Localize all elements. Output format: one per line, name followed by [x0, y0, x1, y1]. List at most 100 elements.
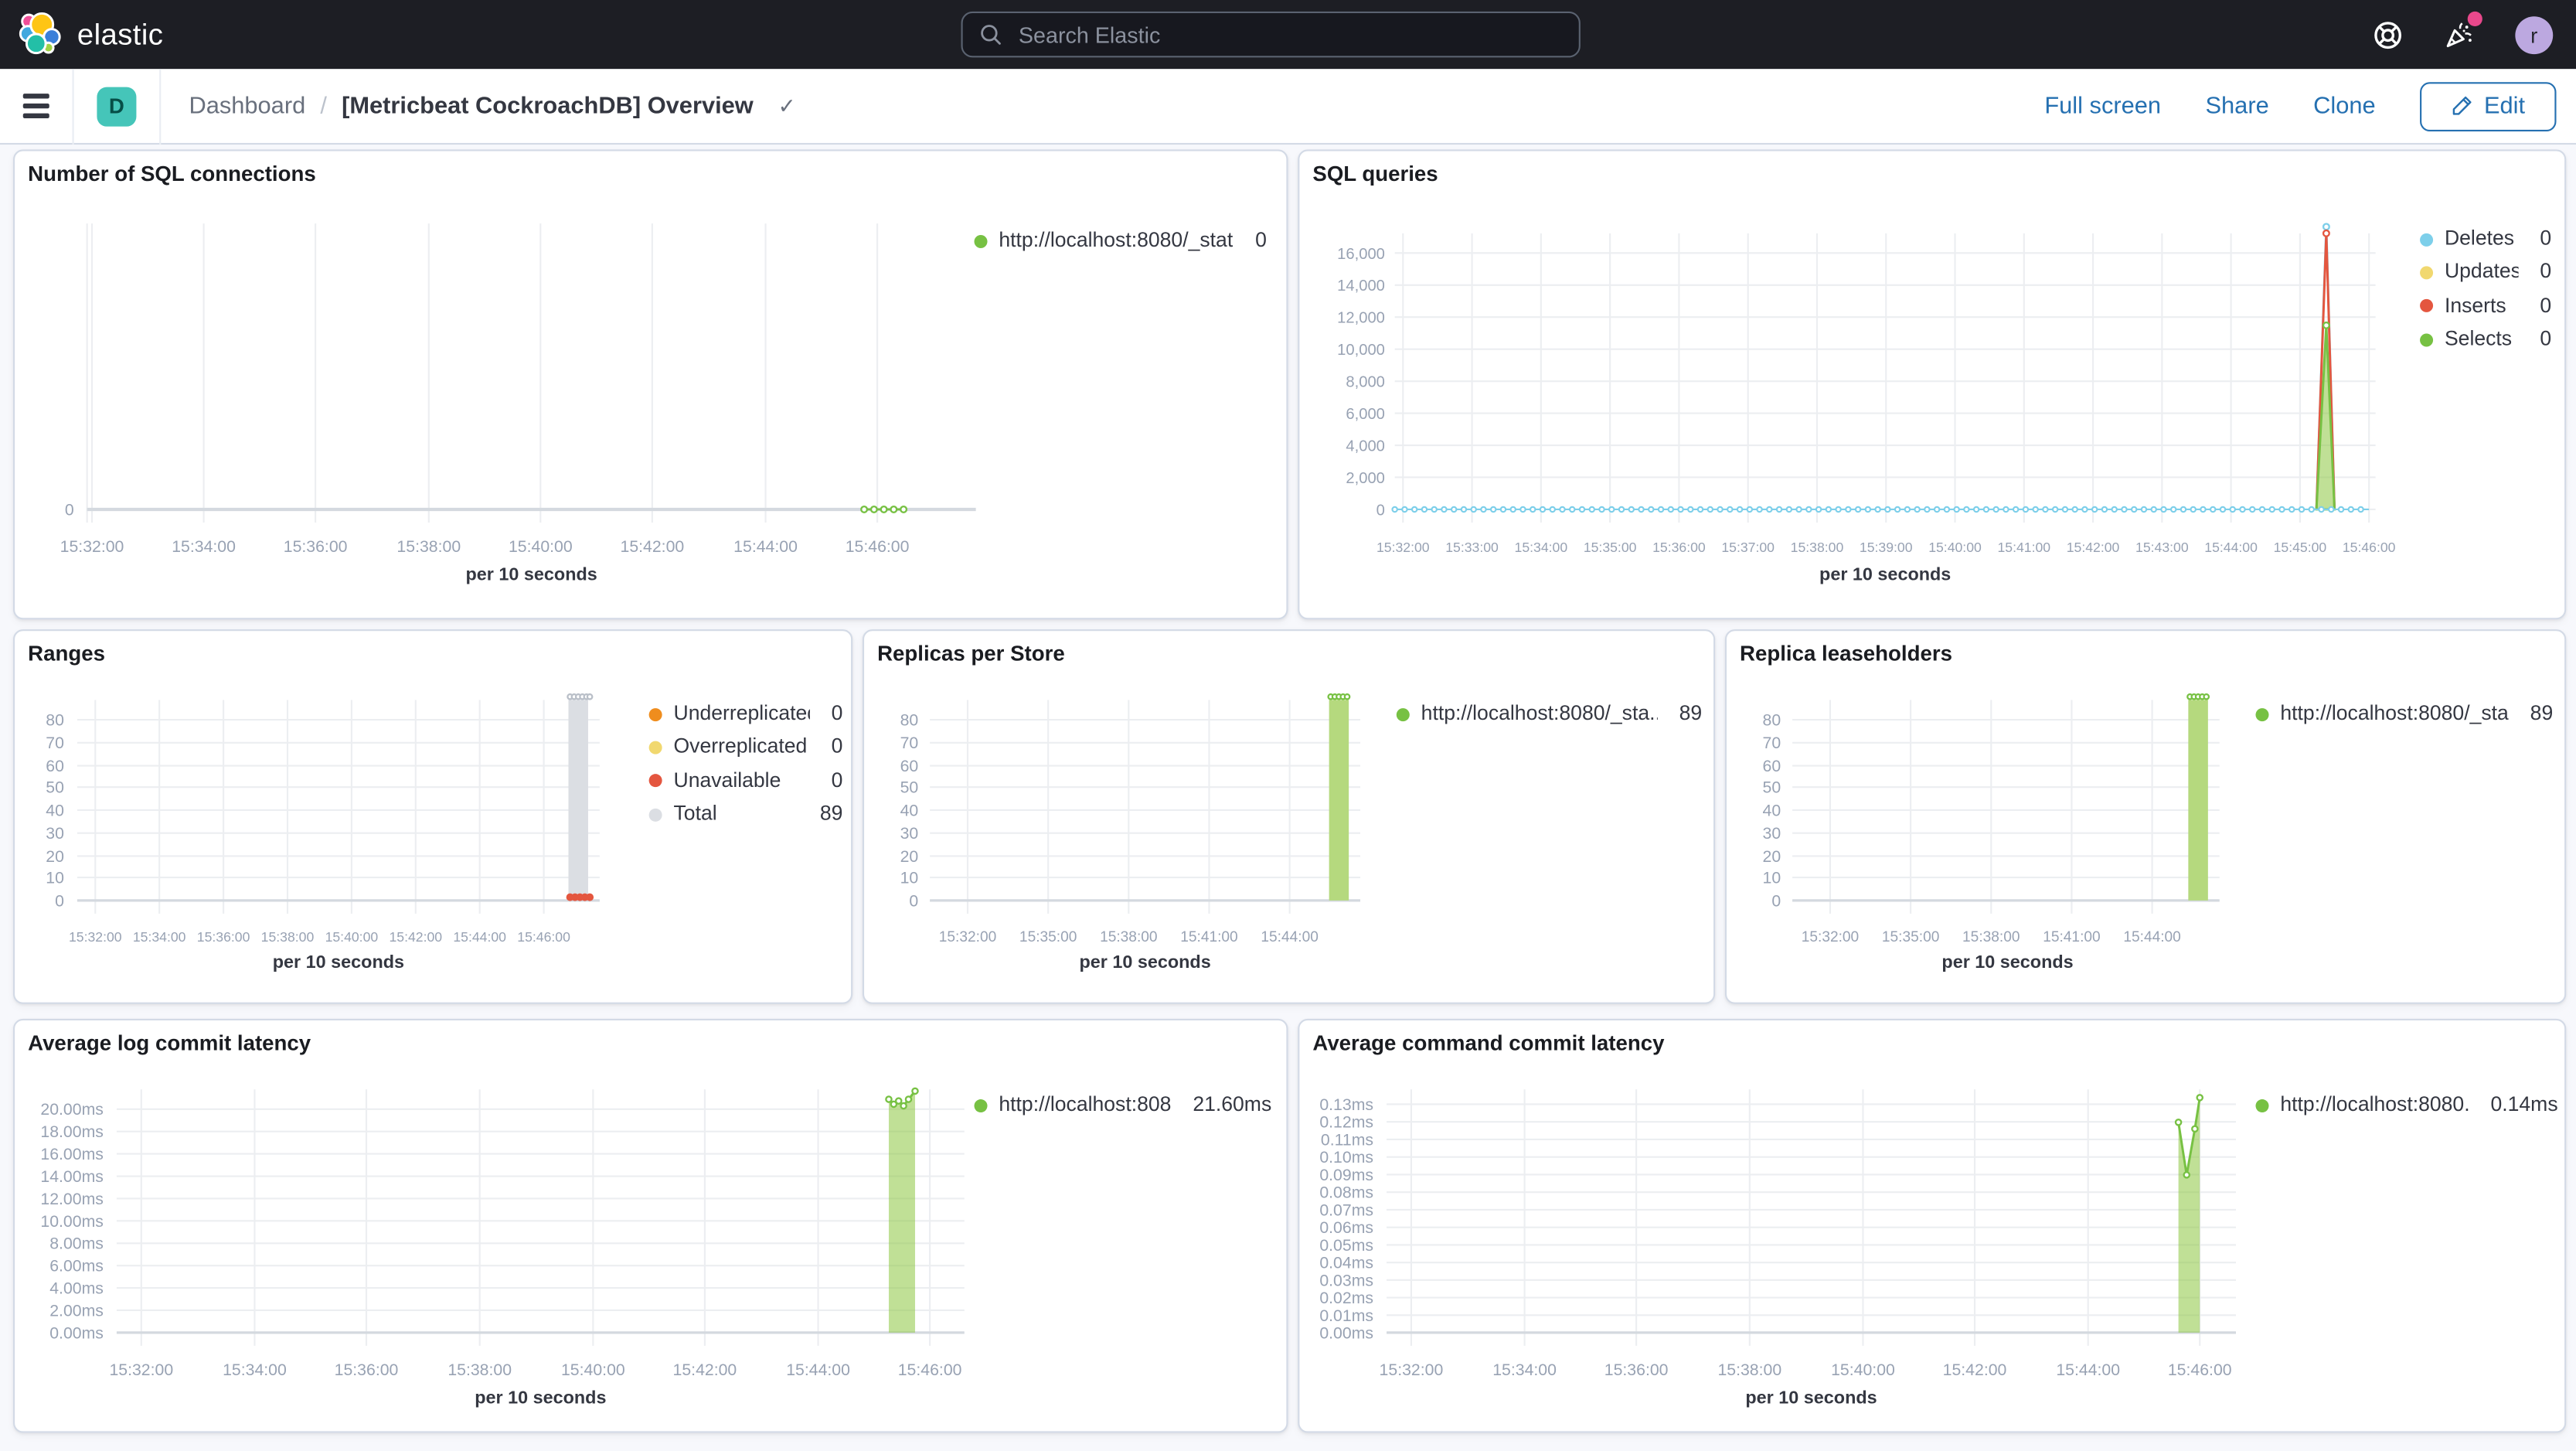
legend-label[interactable]: Inserts	[2445, 295, 2506, 317]
brand-wordmark: elastic	[77, 17, 164, 50]
svg-text:15:32:00: 15:32:00	[109, 1361, 173, 1379]
legend-item: http://localhost:8080/_stat... 0	[974, 230, 1267, 252]
svg-text:20: 20	[46, 847, 64, 866]
svg-text:15:42:00: 15:42:00	[1943, 1361, 2007, 1379]
svg-text:0: 0	[1376, 502, 1385, 519]
svg-text:2.00ms: 2.00ms	[49, 1301, 104, 1320]
legend-dot-icon	[2420, 332, 2434, 346]
full-screen-button[interactable]: Full screen	[2044, 93, 2161, 119]
chart-legend: Underreplicated 0 Overreplicated 0 Unavailab…	[648, 701, 843, 826]
legend-label[interactable]: Deletes	[2445, 228, 2514, 250]
help-lifebuoy-icon	[2374, 21, 2402, 49]
svg-text:0: 0	[1771, 891, 1781, 910]
svg-text:18.00ms: 18.00ms	[40, 1122, 104, 1141]
top-nav: elastic Search Elastic r	[0, 0, 2576, 70]
x-axis-caption: per 10 seconds	[1819, 565, 1952, 585]
global-search[interactable]	[961, 11, 1581, 58]
edit-button[interactable]: Edit	[2420, 81, 2557, 131]
svg-text:0.08ms: 0.08ms	[1319, 1184, 1373, 1202]
svg-text:4.00ms: 4.00ms	[49, 1279, 104, 1298]
chart-legend: http://localhost:8080/_stat... 0	[974, 230, 1267, 252]
legend-label[interactable]: http://localhost:808...	[999, 1095, 1171, 1116]
kibana-dashboard: elastic Search Elastic r D Dashboard / […	[0, 0, 2576, 1451]
share-button[interactable]: Share	[2205, 93, 2268, 119]
svg-text:15:44:00: 15:44:00	[1261, 929, 1318, 945]
clone-button[interactable]: Clone	[2313, 93, 2376, 119]
svg-text:15:38:00: 15:38:00	[1962, 929, 2020, 945]
legend-item: Underreplicated 0	[648, 701, 843, 725]
svg-text:15:46:00: 15:46:00	[846, 537, 910, 556]
svg-text:40: 40	[46, 801, 64, 819]
legend-label[interactable]: Selects	[2445, 329, 2512, 350]
user-avatar[interactable]: r	[2515, 15, 2554, 54]
svg-text:15:40:00: 15:40:00	[561, 1361, 625, 1379]
legend-label[interactable]: Updates	[2445, 262, 2519, 284]
legend-label[interactable]: Total	[674, 804, 717, 826]
legend-label[interactable]: Unavailable	[674, 770, 781, 792]
menu-button[interactable]	[0, 94, 73, 118]
legend-item: Total 89	[648, 803, 842, 826]
legend-label[interactable]: http://localhost:8080/_stat...	[999, 230, 1234, 252]
svg-text:15:41:00: 15:41:00	[1180, 929, 1237, 945]
svg-text:30: 30	[46, 824, 64, 843]
svg-text:15:38:00: 15:38:00	[1791, 540, 1844, 555]
newsfeed-button[interactable]	[2443, 11, 2482, 51]
space-avatar[interactable]: D	[97, 86, 137, 126]
x-axis-caption: per 10 seconds	[272, 952, 405, 973]
svg-text:16,000: 16,000	[1337, 246, 1385, 263]
svg-text:0.00ms: 0.00ms	[49, 1323, 104, 1342]
svg-text:15:44:00: 15:44:00	[733, 537, 798, 556]
chart-legend: http://localhost:8080/_sta... 89	[2255, 703, 2553, 725]
svg-text:0.01ms: 0.01ms	[1319, 1306, 1373, 1325]
svg-text:60: 60	[46, 757, 64, 775]
svg-text:15:40:00: 15:40:00	[509, 537, 573, 556]
svg-text:8,000: 8,000	[1346, 374, 1385, 391]
svg-text:50: 50	[900, 778, 919, 797]
legend-label[interactable]: Underreplicated	[674, 703, 811, 725]
replica-leaseholders-chart: 80 70 60 50 40 30 20 10 0 15:32:00 15:35:00 15:38:0…	[1763, 693, 2220, 945]
svg-text:15:32:00: 15:32:00	[1376, 540, 1430, 555]
svg-text:40: 40	[900, 801, 919, 819]
legend-dot-icon	[648, 707, 662, 721]
legend-value: 21.60ms	[1193, 1092, 1272, 1116]
x-axis-caption: per 10 seconds	[1079, 952, 1211, 973]
legend-label[interactable]: Overreplicated	[674, 737, 808, 758]
svg-text:50: 50	[46, 778, 64, 797]
legend-dot-icon	[648, 808, 662, 822]
breadcrumb-dashboard-link[interactable]: Dashboard	[189, 93, 305, 119]
svg-text:15:46:00: 15:46:00	[898, 1361, 962, 1379]
legend-label[interactable]: http://localhost:8080/_sta...	[1421, 703, 1658, 725]
legend-label[interactable]: http://localhost:8080/_sta...	[2280, 703, 2509, 725]
breadcrumb-separator: /	[320, 93, 327, 120]
svg-text:0: 0	[55, 891, 64, 910]
panel-ranges: Ranges 80 70 60 50 40 30 20 10 0 15:32:00 15:34:00…	[13, 629, 853, 1004]
elastic-brand[interactable]: elastic	[0, 12, 163, 58]
svg-text:40: 40	[1763, 801, 1781, 819]
svg-text:15:32:00: 15:32:00	[939, 929, 996, 945]
svg-text:15:37:00: 15:37:00	[1721, 540, 1775, 555]
x-axis-caption: per 10 seconds	[1745, 1388, 1877, 1408]
legend-value: 0	[831, 768, 843, 792]
legend-label[interactable]: http://localhost:8080...	[2280, 1095, 2469, 1116]
help-button[interactable]	[2372, 19, 2403, 49]
svg-text:15:36:00: 15:36:00	[284, 537, 348, 556]
chart-legend: http://localhost:808... 21.60ms	[974, 1092, 1272, 1116]
legend-value: 0	[2540, 227, 2552, 250]
check-icon[interactable]: ✓	[768, 91, 806, 121]
log-commit-latency-chart: 20.00ms 18.00ms 16.00ms 14.00ms 12.00ms 10.00…	[40, 1087, 965, 1379]
legend-value: 0	[2540, 294, 2552, 317]
svg-text:16.00ms: 16.00ms	[40, 1145, 104, 1163]
svg-text:0.04ms: 0.04ms	[1319, 1254, 1373, 1272]
legend-value: 0	[2540, 260, 2552, 284]
svg-text:15:34:00: 15:34:00	[172, 537, 236, 556]
legend-value: 0	[831, 701, 843, 725]
x-axis-caption: per 10 seconds	[465, 565, 597, 585]
svg-text:2,000: 2,000	[1346, 470, 1385, 487]
svg-text:15:44:00: 15:44:00	[453, 929, 506, 945]
legend-item: http://localhost:808... 21.60ms	[974, 1092, 1272, 1116]
svg-text:15:36:00: 15:36:00	[197, 929, 250, 945]
hamburger-icon	[22, 94, 49, 99]
svg-text:70: 70	[900, 734, 919, 752]
legend-item: Updates 0	[2420, 260, 2552, 284]
search-input[interactable]	[1015, 20, 1563, 49]
